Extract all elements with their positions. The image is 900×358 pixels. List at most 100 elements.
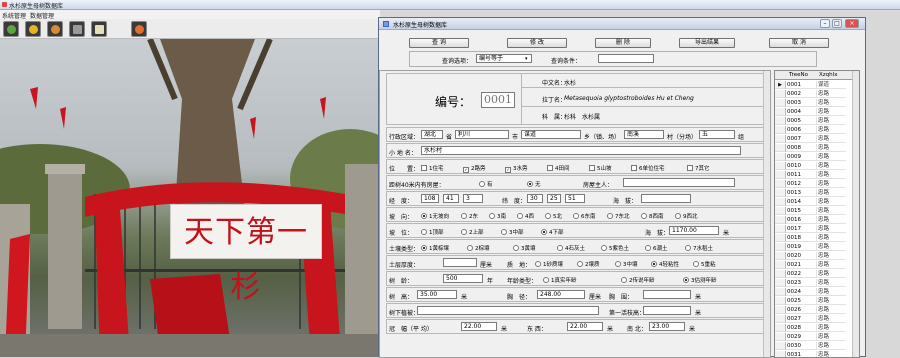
grid-cell-xzqh[interactable]: 忠路: [816, 153, 846, 161]
slope-dir-radio-6[interactable]: 6东南: [573, 212, 596, 220]
grid-cell-treeno[interactable]: 0009: [786, 153, 816, 161]
minimize-icon[interactable]: –: [820, 19, 830, 28]
height-field[interactable]: 35.00: [417, 290, 457, 299]
age-type-radio-3[interactable]: 3估测年龄: [683, 276, 717, 284]
row-header[interactable]: [775, 333, 786, 341]
grid-cell-treeno[interactable]: 0004: [786, 108, 816, 116]
grid-cell-treeno[interactable]: 0002: [786, 90, 816, 98]
soil-type-radio-4[interactable]: 4石灰土: [557, 244, 585, 252]
soil-depth-field[interactable]: [443, 258, 477, 267]
grid-cell-xzqh[interactable]: 忠路: [816, 162, 846, 170]
grid-cell-treeno[interactable]: 0022: [786, 270, 816, 278]
row-header[interactable]: [775, 90, 786, 98]
close-icon[interactable]: ×: [845, 19, 859, 28]
grid-cell-treeno[interactable]: 0003: [786, 99, 816, 107]
row-header[interactable]: [775, 135, 786, 143]
position-check-7[interactable]: 7其它: [687, 164, 710, 172]
delete-button[interactable]: 删 除: [595, 38, 651, 48]
row-header[interactable]: [775, 189, 786, 197]
grid-scrollbar[interactable]: [852, 71, 859, 357]
grid-cell-xzqh[interactable]: 忠路: [816, 297, 846, 305]
slope-pos-radio-1[interactable]: 1顶部: [421, 228, 444, 236]
crown-avg-field[interactable]: 22.00: [461, 322, 497, 331]
row-header[interactable]: [775, 279, 786, 287]
id-field[interactable]: 0001: [481, 92, 515, 108]
grid-cell-treeno[interactable]: 0030: [786, 342, 816, 350]
grid-cell-xzqh[interactable]: 忠路: [816, 342, 846, 350]
under-field[interactable]: [417, 306, 599, 315]
soil-type-radio-3[interactable]: 3黄壤: [513, 244, 536, 252]
row-header[interactable]: [775, 225, 786, 233]
row-header[interactable]: [775, 171, 786, 179]
grid-cell-treeno[interactable]: 0025: [786, 297, 816, 305]
grid-cell-treeno[interactable]: 0011: [786, 171, 816, 179]
grid-col-xzqh[interactable]: XzqhIx: [819, 72, 838, 78]
row-header[interactable]: [775, 234, 786, 242]
grid-cell-xzqh[interactable]: 忠路: [816, 171, 846, 179]
grid-cell-xzqh[interactable]: 忠路: [816, 180, 846, 188]
grid-cell-treeno[interactable]: 0013: [786, 189, 816, 197]
grid-cell-treeno[interactable]: 0021: [786, 261, 816, 269]
grid-cell-xzqh[interactable]: 忠路: [816, 117, 846, 125]
soil-type-radio-7[interactable]: 7水稻土: [685, 244, 713, 252]
cancel-button[interactable]: 取 消: [769, 38, 829, 48]
slope-dir-radio-4[interactable]: 4西: [517, 212, 534, 220]
soil-texture-radio-1[interactable]: 1砂质壤: [535, 260, 563, 268]
grid-cell-treeno[interactable]: 0029: [786, 333, 816, 341]
row-header[interactable]: [775, 153, 786, 161]
age-type-radio-1[interactable]: 1真实年龄: [543, 276, 577, 284]
slope-pos-radio-2[interactable]: 2上部: [461, 228, 484, 236]
position-check-4[interactable]: 4田间: [547, 164, 570, 172]
row-header[interactable]: ▶: [775, 81, 786, 89]
position-check-6[interactable]: 6单位住宅: [631, 164, 665, 172]
lon-sec-field[interactable]: 3: [463, 194, 483, 203]
grid-cell-treeno[interactable]: 0007: [786, 135, 816, 143]
grid-cell-xzqh[interactable]: 忠路: [816, 306, 846, 314]
grid-cell-treeno[interactable]: 0027: [786, 315, 816, 323]
query-button[interactable]: 查 询: [409, 38, 469, 48]
slope-dir-radio-2[interactable]: 2东: [461, 212, 478, 220]
lon-deg-field[interactable]: 108: [421, 194, 439, 203]
grid-cell-treeno[interactable]: 0014: [786, 198, 816, 206]
key-icon[interactable]: [25, 21, 41, 37]
grid-cell-xzqh[interactable]: 忠路: [816, 216, 846, 224]
row-header[interactable]: [775, 315, 786, 323]
grid-cell-treeno[interactable]: 0017: [786, 225, 816, 233]
edit-button[interactable]: 修 改: [507, 38, 567, 48]
position-check-5[interactable]: 5山坡: [589, 164, 612, 172]
row-header[interactable]: [775, 99, 786, 107]
row-header[interactable]: [775, 207, 786, 215]
row-header[interactable]: [775, 252, 786, 260]
slope-dir-radio-1[interactable]: 1无坡向: [421, 212, 449, 220]
row-header[interactable]: [775, 180, 786, 188]
row-header[interactable]: [775, 306, 786, 314]
slope-pos-radio-3[interactable]: 3中部: [501, 228, 524, 236]
row-header[interactable]: [775, 126, 786, 134]
grid-cell-xzqh[interactable]: 忠路: [816, 135, 846, 143]
position-check-2[interactable]: 2路旁: [463, 164, 486, 173]
province-field[interactable]: 湖北: [421, 130, 443, 139]
soil-texture-radio-2[interactable]: 2壤质: [577, 260, 600, 268]
alt-field[interactable]: [641, 194, 691, 203]
row-header[interactable]: [775, 297, 786, 305]
group-field[interactable]: 五: [699, 130, 735, 139]
maximize-icon[interactable]: □: [832, 19, 842, 28]
crown-sn-field[interactable]: 23.00: [649, 322, 685, 331]
grid-cell-xzqh[interactable]: 忠路: [816, 252, 846, 260]
row-header[interactable]: [775, 216, 786, 224]
grid-cell-treeno[interactable]: 0016: [786, 216, 816, 224]
dbh-field[interactable]: 248.00: [537, 290, 585, 299]
grid-cell-treeno[interactable]: 0005: [786, 117, 816, 125]
soil-type-radio-2[interactable]: 2棕壤: [467, 244, 490, 252]
grid-cell-xzqh[interactable]: 忠路: [816, 99, 846, 107]
chevron-down-icon[interactable]: ▾: [525, 56, 528, 62]
export-button[interactable]: 导出结果: [679, 38, 735, 48]
slope-dir-radio-7[interactable]: 7东北: [607, 212, 630, 220]
grid-cell-treeno[interactable]: 0026: [786, 306, 816, 314]
grid-cell-xzqh[interactable]: 忠路: [816, 126, 846, 134]
row-header[interactable]: [775, 117, 786, 125]
globe-icon[interactable]: [131, 21, 147, 37]
grid-cell-treeno[interactable]: 0028: [786, 324, 816, 332]
lat-min-field[interactable]: 25: [547, 194, 561, 203]
grid-cell-treeno[interactable]: 0008: [786, 144, 816, 152]
